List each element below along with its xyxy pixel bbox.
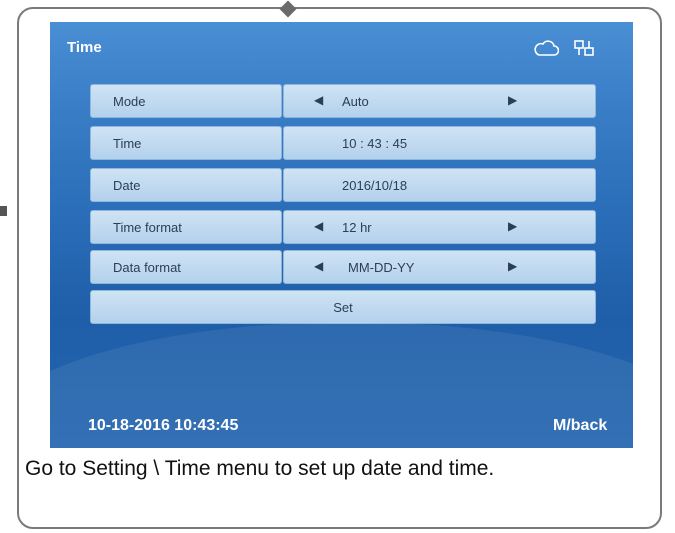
date-field[interactable]: 2016/10/18 [283,168,596,202]
arrow-right-icon[interactable]: ▶ [508,219,517,233]
row-value: Auto [342,94,369,109]
set-button-label: Set [333,300,353,315]
time-format-selector[interactable]: ◀ 12 hr ▶ [283,210,596,244]
back-button[interactable]: M/back [553,417,607,435]
row-value: 10 : 43 : 45 [342,136,408,151]
settings-row-date: Date 2016/10/18 [90,168,596,202]
row-label-cell: Time format [90,210,282,244]
row-label: Data format [113,260,181,275]
row-label-cell: Date [90,168,282,202]
cloud-icon [534,40,559,56]
row-label-cell: Mode [90,84,282,118]
arrow-left-icon[interactable]: ◀ [314,259,323,273]
row-value: 12 hr [342,220,372,235]
row-label: Time format [113,220,182,235]
data-format-selector[interactable]: ◀ MM-DD-YY ▶ [283,250,596,284]
settings-row-data-format: Data format ◀ MM-DD-YY ▶ [90,250,596,284]
row-label: Date [113,178,141,193]
frame-pointer-notch [279,0,297,18]
row-label: Time [113,136,142,151]
row-label-cell: Time [90,126,282,160]
arrow-left-icon[interactable]: ◀ [314,93,323,107]
figure-caption: Go to Setting \ Time menu to set up date… [25,457,495,480]
arrow-right-icon[interactable]: ▶ [508,259,517,273]
arrow-right-icon[interactable]: ▶ [508,93,517,107]
screen-title: Time [67,39,102,56]
side-marker [0,206,7,216]
set-button[interactable]: Set [90,290,596,324]
row-label-cell: Data format [90,250,282,284]
time-field[interactable]: 10 : 43 : 45 [283,126,596,160]
row-label: Mode [113,94,146,109]
settings-row-time: Time 10 : 43 : 45 [90,126,596,160]
row-value: 2016/10/18 [342,178,408,193]
device-screen: Time Mode ◀ Auto ▶ Time 10 : 43 : 45 Dat… [50,22,633,448]
row-value: MM-DD-YY [348,260,415,275]
arrow-left-icon[interactable]: ◀ [314,219,323,233]
settings-row-time-format: Time format ◀ 12 hr ▶ [90,210,596,244]
lan-icon [574,40,594,56]
status-datetime: 10-18-2016 10:43:45 [88,417,239,434]
mode-selector[interactable]: ◀ Auto ▶ [283,84,596,118]
settings-row-mode: Mode ◀ Auto ▶ [90,84,596,118]
